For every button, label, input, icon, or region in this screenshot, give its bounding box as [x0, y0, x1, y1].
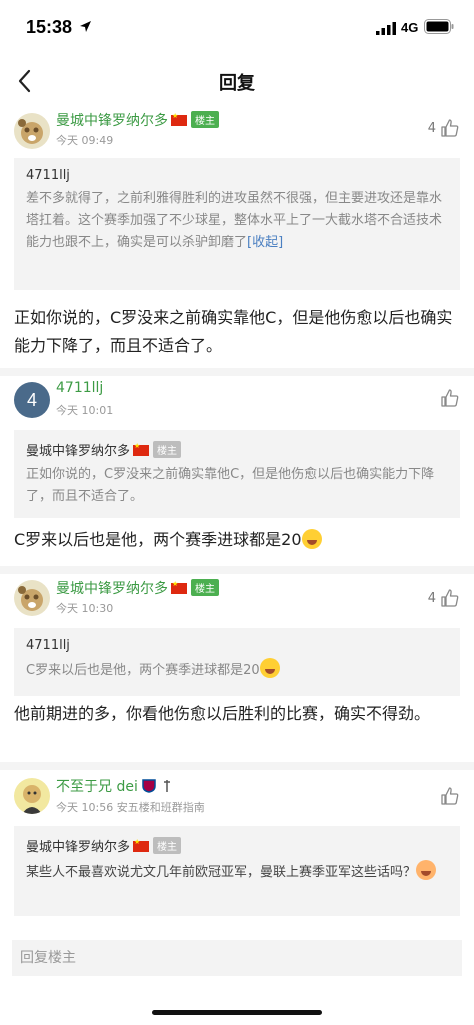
quote-author: 4711llj	[26, 638, 70, 653]
blushing-emoji-icon	[416, 860, 437, 880]
post-body-text: C罗来以后也是他，两个赛季进球都是20	[14, 530, 302, 549]
post-author[interactable]: 曼城中锋罗纳尔多 楼主	[56, 110, 219, 130]
post-author[interactable]: 4711llj	[56, 380, 103, 396]
quoted-reply[interactable]: 4711llj 差不多就得了，之前利雅得胜利的进攻虽然不很强，但主要进攻还是靠水…	[14, 158, 460, 290]
reply-post: 曼城中锋罗纳尔多 楼主 今天 09:49 4 4711llj 差不多就得了，之前利…	[0, 106, 474, 370]
trophy-icon	[163, 780, 170, 792]
dog-avatar-icon	[14, 580, 50, 616]
quoted-reply[interactable]: 曼城中锋罗纳尔多 楼主 某些人不最喜欢说尤文几年前欧冠亚军，曼联上赛季亚军这些话吗…	[14, 826, 460, 916]
post-time: 今天 09:49	[56, 134, 114, 147]
post-body: 他前期进的多，你看他伤愈以后胜利的比赛，确实不得劲。	[14, 704, 431, 723]
like-button[interactable]	[420, 388, 460, 410]
location-arrow-icon	[80, 21, 91, 32]
nav-bar: 回复	[0, 56, 474, 106]
quote-text: C罗来以后也是他，两个赛季进球都是20	[26, 658, 448, 682]
author-name: 4711llj	[56, 380, 104, 396]
avatar[interactable]: 4	[14, 382, 50, 418]
quote-author: 曼城中锋罗纳尔多 楼主	[26, 836, 448, 855]
quote-text: 某些人不最喜欢说尤文几年前欧冠亚军，曼联上赛季亚军这些话吗？	[26, 860, 448, 884]
author-name: 曼城中锋罗纳尔多	[56, 113, 168, 129]
quote-text: 差不多就得了，之前利雅得胜利的进攻虽然不很强，但主要进攻还是靠水塔扛着。这个赛季…	[26, 188, 448, 254]
thumbs-up-icon	[441, 589, 459, 607]
quote-text-content: 差不多就得了，之前利雅得胜利的进攻虽然不很强，但主要进攻还是靠水塔扛着。这个赛季…	[26, 191, 443, 250]
china-flag-icon	[133, 838, 150, 852]
quoted-reply[interactable]: 4711llj C罗来以后也是他，两个赛季进球都是20	[14, 628, 460, 696]
post-location: 安五楼和班群指南	[116, 801, 205, 814]
quote-text: 正如你说的，C罗没来之前确实靠他C，但是他伤愈以后也确实能力下降了，而且不适合了…	[26, 467, 435, 504]
collapse-link[interactable]: [收起]	[247, 235, 283, 250]
quote-author: 4711llj	[26, 168, 70, 183]
like-button[interactable]: 4	[420, 118, 460, 140]
post-time: 今天 10:01	[56, 404, 114, 417]
dog-avatar-icon	[14, 113, 50, 149]
avatar[interactable]	[14, 113, 50, 149]
quote-text-content: 某些人不最喜欢说尤文几年前欧冠亚军，曼联上赛季亚军这些话吗？	[26, 865, 417, 880]
like-count: 4	[427, 591, 436, 606]
author-name: 不至于兄 dei	[56, 779, 138, 795]
network-type: 4G	[401, 20, 419, 35]
reply-post: 曼城中锋罗纳尔多 楼主 今天 10:30 4 4711llj C罗来以后也是他，两…	[0, 574, 474, 762]
op-badge: 楼主	[191, 111, 219, 128]
post-body: C罗来以后也是他，两个赛季进球都是20	[14, 526, 460, 554]
page-title: 回复	[219, 73, 255, 94]
author-name: 曼城中锋罗纳尔多	[56, 581, 168, 597]
reply-post: 不至于兄 dei 今天 10:56 安五楼和班群指南 曼城中锋罗纳尔多 楼主 某些…	[0, 770, 474, 920]
china-flag-icon	[171, 580, 187, 594]
avatar[interactable]	[14, 580, 50, 616]
post-author[interactable]: 曼城中锋罗纳尔多 楼主	[56, 578, 219, 598]
quote-author-name: 曼城中锋罗纳尔多	[26, 840, 131, 855]
thumbs-up-icon	[441, 787, 459, 805]
post-time: 今天 10:30	[56, 602, 114, 615]
divider	[0, 368, 474, 376]
status-time: 15:38	[26, 17, 73, 37]
like-count: 4	[427, 121, 436, 136]
laughing-emoji-icon	[301, 529, 322, 549]
china-flag-icon	[133, 442, 150, 456]
post-time: 今天 10:56	[56, 801, 114, 814]
like-button[interactable]: 4	[420, 588, 460, 610]
avatar[interactable]	[14, 778, 50, 814]
china-flag-icon	[171, 112, 187, 126]
quote-author-name: 曼城中锋罗纳尔多	[26, 444, 131, 459]
thumbs-up-icon	[441, 389, 459, 407]
post-meta: 今天 10:56 安五楼和班群指南	[56, 799, 205, 815]
club-crest-icon	[142, 779, 157, 793]
like-button[interactable]	[420, 786, 460, 808]
quoted-reply[interactable]: 曼城中锋罗纳尔多 楼主 正如你说的，C罗没来之前确实靠他C，但是他伤愈以后也确实能…	[14, 430, 460, 518]
thumbs-up-icon	[441, 119, 459, 137]
reply-post: 4 4711llj 今天 10:01 曼城中锋罗纳尔多 楼主 正如你说的，C罗没来…	[0, 376, 474, 568]
laughing-emoji-icon	[259, 658, 280, 678]
op-badge: 楼主	[153, 837, 182, 854]
post-author[interactable]: 不至于兄 dei	[56, 776, 173, 796]
post-body: 正如你说的，C罗没来之前确实靠他C，但是他伤愈以后也确实能力下降了，而且不适合了…	[14, 308, 453, 355]
character-avatar-icon	[14, 778, 50, 814]
op-badge: 楼主	[191, 579, 219, 596]
quote-text-content: C罗来以后也是他，两个赛季进球都是20	[26, 663, 260, 678]
signal-icon	[376, 22, 396, 35]
op-badge: 楼主	[153, 441, 182, 458]
home-indicator	[152, 1010, 322, 1015]
quote-author: 曼城中锋罗纳尔多 楼主	[26, 440, 448, 459]
status-bar: 15:38 4G	[0, 0, 474, 56]
battery-icon	[424, 19, 454, 34]
reply-input[interactable]: 回复楼主	[12, 940, 462, 976]
divider	[0, 566, 474, 574]
divider	[0, 762, 474, 770]
